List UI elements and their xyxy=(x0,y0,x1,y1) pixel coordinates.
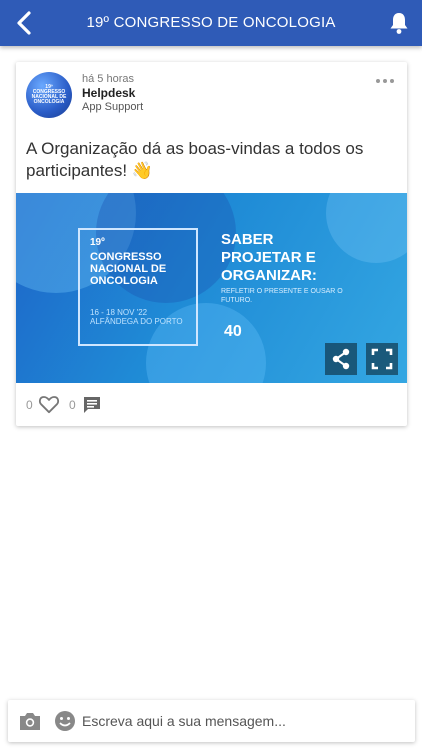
congress-name: CONGRESSO NACIONAL DE ONCOLOGIA xyxy=(90,251,167,287)
fullscreen-button[interactable] xyxy=(366,343,398,375)
post-author-role: App Support xyxy=(82,101,144,113)
post-card: 19º CONGRESSO NACIONAL DE ONCOLOGIA há 5… xyxy=(16,62,407,426)
banner-slogan: SABER PROJETAR E ORGANIZAR: xyxy=(221,231,317,284)
share-button[interactable] xyxy=(325,343,357,375)
more-options-icon[interactable] xyxy=(375,78,395,84)
banner-slogan-sub: REFLETIR O PRESENTE E OUSAR O FUTURO. xyxy=(221,288,343,304)
congress-dates: 16 - 18 NOV '22 ALFÂNDEGA DO PORTO xyxy=(90,308,183,326)
avatar[interactable]: 19º CONGRESSO NACIONAL DE ONCOLOGIA xyxy=(26,72,72,118)
bell-icon[interactable] xyxy=(388,11,410,35)
post-author[interactable]: Helpdesk xyxy=(82,86,143,100)
post-text: A Organização dá as boas-vindas a todos … xyxy=(26,139,364,180)
congress-number: 19º xyxy=(90,237,105,248)
heart-icon[interactable] xyxy=(38,394,60,414)
page-title: 19º CONGRESSO DE ONCOLOGIA xyxy=(86,14,336,31)
chevron-left-icon[interactable] xyxy=(12,10,36,36)
anniversary-logo: 40 xyxy=(224,323,242,340)
share-icon xyxy=(332,348,350,370)
comments-count: 0 xyxy=(69,398,76,412)
post-timestamp: há 5 horas xyxy=(82,73,134,85)
message-composer xyxy=(8,700,415,742)
likes-count: 0 xyxy=(26,398,33,412)
emoji-icon[interactable] xyxy=(54,710,76,732)
fullscreen-icon xyxy=(371,348,393,370)
message-input[interactable] xyxy=(82,708,402,734)
post-image[interactable]: 19º CONGRESSO NACIONAL DE ONCOLOGIA 16 -… xyxy=(16,193,407,383)
post-actions: 0 0 xyxy=(16,392,216,418)
post-meta: há 5 horas Helpdesk App Support xyxy=(82,72,143,114)
app-header: 19º CONGRESSO DE ONCOLOGIA xyxy=(0,0,422,46)
camera-icon[interactable] xyxy=(18,710,42,732)
avatar-logo-text: 19º CONGRESSO NACIONAL DE ONCOLOGIA xyxy=(31,84,67,105)
comment-icon[interactable] xyxy=(82,395,102,415)
